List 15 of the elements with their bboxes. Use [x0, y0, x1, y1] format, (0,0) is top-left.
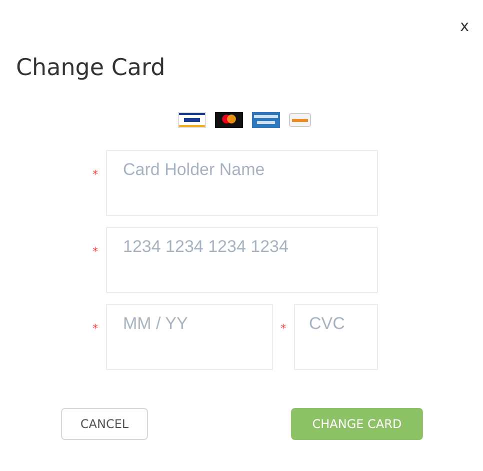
card-logo-icon: [289, 112, 311, 128]
card-logo-icon: [215, 112, 243, 128]
dialog-title: Change Card: [16, 55, 166, 81]
close-button[interactable]: x: [458, 14, 471, 38]
input-field[interactable]: 1234 1234 1234 1234: [106, 227, 378, 293]
card-logo-icon: [178, 112, 206, 128]
required-marker: *: [280, 322, 287, 335]
card-logo-icon: [252, 112, 280, 128]
required-marker: *: [92, 322, 99, 335]
required-marker: *: [92, 245, 99, 258]
cancel-button[interactable]: CANCEL: [61, 408, 148, 440]
expiry-field[interactable]: MM / YY: [106, 304, 273, 370]
required-marker: *: [92, 168, 99, 181]
input-field[interactable]: Card Holder Name: [106, 150, 378, 216]
cvc-field[interactable]: CVC: [294, 304, 378, 370]
